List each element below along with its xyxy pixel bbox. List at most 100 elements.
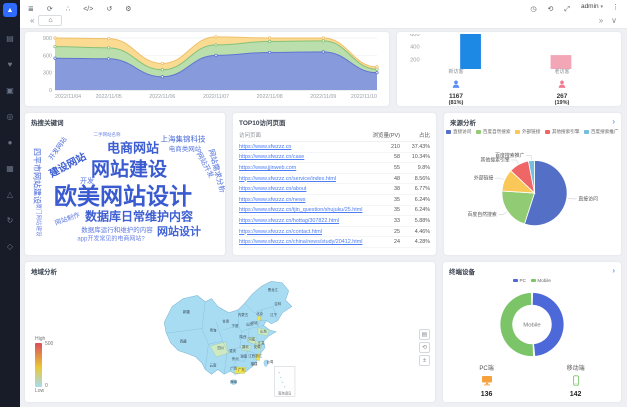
page-link[interactable]: https://www.sfwzzz.cn/news — [239, 197, 366, 203]
cloud-word[interactable]: 厦门网站建设 — [35, 204, 43, 237]
cloud-word[interactable]: 网站建设 — [91, 154, 167, 181]
page-link[interactable]: https://www.sfwzzz.cn/service/index.html — [239, 176, 366, 182]
share-icon[interactable]: ∴ — [66, 6, 70, 13]
cloud-word[interactable]: 电商类网站 — [169, 143, 202, 153]
heat-max: 500 — [45, 341, 53, 347]
map-layers-button[interactable]: ▤ — [419, 329, 430, 340]
source-pie-chart: 直接访问百度自然搜索外部链接其他搜索引擎百度搜索推广 — [444, 136, 621, 246]
cloud-word[interactable]: 网站制作 — [53, 209, 81, 227]
panel-source-analysis: 来源分析 › 直接访问百度自然搜索外部链接其他搜索引擎百度搜索推广 直接访问百度… — [444, 113, 621, 255]
legend-item-其他搜索引擎[interactable]: 其他搜索引擎 — [545, 129, 579, 135]
tabs-scroll-right[interactable]: » — [599, 16, 603, 25]
legend-swatch — [515, 130, 520, 134]
province-label: 云南 — [210, 362, 217, 367]
panel-visitors: 0200400600新访客老访客 新访客1167(81%)老访客267(19%) — [397, 32, 621, 106]
cloud-word[interactable]: 二手网站名称 — [94, 132, 121, 138]
cloud-word[interactable]: 开发 — [80, 176, 94, 186]
pv-value: 48 — [366, 176, 400, 182]
more-link[interactable]: › — [612, 119, 615, 125]
sidebar-item-favorites[interactable]: ♥ — [6, 51, 14, 77]
sidebar-item-alerts[interactable]: △ — [6, 181, 14, 207]
page-link[interactable]: https://www.sfwzzz.cn/hottag/307822.html — [239, 218, 366, 224]
province-label: 山东 — [260, 328, 267, 333]
legend-item-PC[interactable]: PC — [513, 278, 526, 283]
more-link[interactable]: › — [612, 268, 615, 274]
table-row: https://www.sfwzzz.cn/news356.24% — [239, 195, 430, 206]
sidebar-item-monitor[interactable]: ◎ — [6, 103, 14, 129]
fullscreen-icon[interactable]: ⤢ — [564, 6, 570, 13]
page-link[interactable]: https://www.sfwzzz.cn/case — [239, 154, 366, 160]
page-link[interactable]: https://www.sfwzzz.cn/china/news/study/2… — [239, 239, 366, 245]
cloud-word[interactable]: 电商网站 — [107, 138, 159, 157]
heat-gradient-bar[interactable]: 500 0 — [35, 343, 42, 387]
province-label: 辽宁 — [270, 312, 277, 317]
page-link[interactable]: https://www.sfwzzz.cn/about — [239, 186, 366, 192]
pct-value: 6.24% — [400, 207, 430, 213]
history-clock-icon[interactable]: ◷ — [530, 6, 536, 13]
tab-home[interactable]: ⌂ — [38, 15, 62, 26]
stat-value: 142 — [567, 391, 585, 399]
sync-icon[interactable]: ⟲ — [547, 6, 553, 13]
map-zoom-button[interactable]: ± — [419, 355, 430, 366]
svg-text:2022/11/10: 2022/11/10 — [351, 94, 377, 100]
undo-icon[interactable]: ↺ — [106, 6, 112, 13]
province-label: 湖北 — [242, 344, 249, 349]
page-link[interactable]: https://www.sfwzzz.cn/tjin_question/shuj… — [239, 207, 366, 213]
legend-item-外部链接[interactable]: 外部链接 — [515, 129, 540, 135]
user-name: admin — [581, 3, 599, 10]
word-cloud: 欧美网站设计网站建设电商网站数据库日常维护内容网站设计建设网站四平市网站建设上海… — [25, 128, 225, 248]
tabs-dropdown[interactable]: ∨ — [611, 16, 617, 25]
kebab-menu-icon[interactable]: ⋮ — [612, 3, 619, 11]
legend-label: 百度自然搜索 — [483, 129, 511, 135]
device-stat-PC端: PC端136 — [479, 365, 493, 399]
province-label: 安徽 — [254, 344, 261, 349]
user-menu[interactable]: admin ▾ — [581, 3, 603, 10]
svg-text:2022/11/04: 2022/11/04 — [55, 94, 81, 100]
map-reset-button[interactable]: ⟲ — [419, 342, 430, 353]
page-link[interactable]: https://www.jjinweb.com — [239, 165, 366, 171]
pv-value: 25 — [366, 229, 400, 235]
visitor-stats: 新访客1167(81%)老访客267(19%) — [403, 69, 615, 107]
cloud-word[interactable]: 数据库运行和维护的内容 — [81, 224, 153, 234]
sidebar-item-reports[interactable]: ▣ — [6, 77, 14, 103]
china-map-wrap: High 500 0 Low — [25, 277, 435, 402]
table-row: https://www.sfwzzz.cn/contact.html254.46… — [239, 227, 430, 238]
pct-value: 37.43% — [400, 144, 430, 150]
legend-item-Mobile[interactable]: Mobile — [531, 278, 551, 283]
south-sea-inset: 南海诸岛 — [275, 366, 295, 396]
cloud-word[interactable]: 网站设计 — [157, 223, 201, 239]
cloud-word[interactable]: 欧美网站设计 — [54, 177, 192, 211]
svg-text:600: 600 — [410, 34, 420, 38]
sidebar-item-record[interactable]: ● — [6, 129, 14, 155]
cloud-word[interactable]: app开发常见的电商网站? — [77, 234, 144, 243]
page-link[interactable]: https://www.sfwzzz.cn — [239, 144, 366, 150]
svg-text:百度搜索推广: 百度搜索推广 — [495, 152, 524, 159]
sidebar-item-history[interactable]: ↻ — [6, 207, 14, 233]
devices-donut-chart: Mobile — [443, 284, 621, 365]
settings-icon[interactable]: ⚙ — [125, 6, 131, 13]
legend-item-百度搜索推广[interactable]: 百度搜索推广 — [584, 129, 618, 135]
visitor-stat-老访客: 老访客267(19%) — [554, 69, 569, 107]
refresh-icon[interactable]: ⟳ — [47, 6, 53, 13]
cloud-word[interactable]: 数据库日常维护内容 — [85, 207, 193, 224]
app-root: ▲ ▤♥▣◎●▦△↻◇ ≣⟳∴</>↺⚙ ◷⟲⤢ admin ▾ ⋮ « ⌂ »… — [0, 0, 627, 407]
pct-value: 4.46% — [400, 229, 430, 235]
china-map[interactable]: 南海诸岛 新疆西藏青海甘肃内蒙古黑龙江吉林辽宁北京河北山西山东陕西宁夏河南江苏安… — [123, 275, 363, 401]
sidebar-item-apps[interactable]: ▦ — [6, 155, 14, 181]
table-row: https://www.sfwzzz.cn/about386.77% — [239, 184, 430, 195]
province-label: 广东 — [238, 367, 245, 372]
tabs-collapse-left[interactable]: « — [30, 16, 34, 25]
app-logo[interactable]: ▲ — [3, 3, 17, 17]
pct-value: 6.24% — [400, 197, 430, 203]
legend-item-百度自然搜索[interactable]: 百度自然搜索 — [476, 129, 510, 135]
code-icon[interactable]: </> — [83, 6, 93, 13]
panel-top10-pages: TOP10访问页面 访问页面 浏览量(PV) 占比 https://www.sf… — [233, 113, 436, 255]
page-link[interactable]: https://www.sfwzzz.cn/contact.html — [239, 229, 366, 235]
pct-value: 9.8% — [400, 165, 430, 171]
legend-item-直接访问[interactable]: 直接访问 — [446, 129, 471, 135]
pv-value: 24 — [366, 239, 400, 245]
sidebar-item-settings[interactable]: ◇ — [6, 233, 14, 259]
province-label: 山西 — [246, 321, 253, 326]
sidebar-item-dashboard[interactable]: ▤ — [6, 25, 14, 51]
cloud-word[interactable]: 四平市网站建设 — [32, 148, 43, 204]
